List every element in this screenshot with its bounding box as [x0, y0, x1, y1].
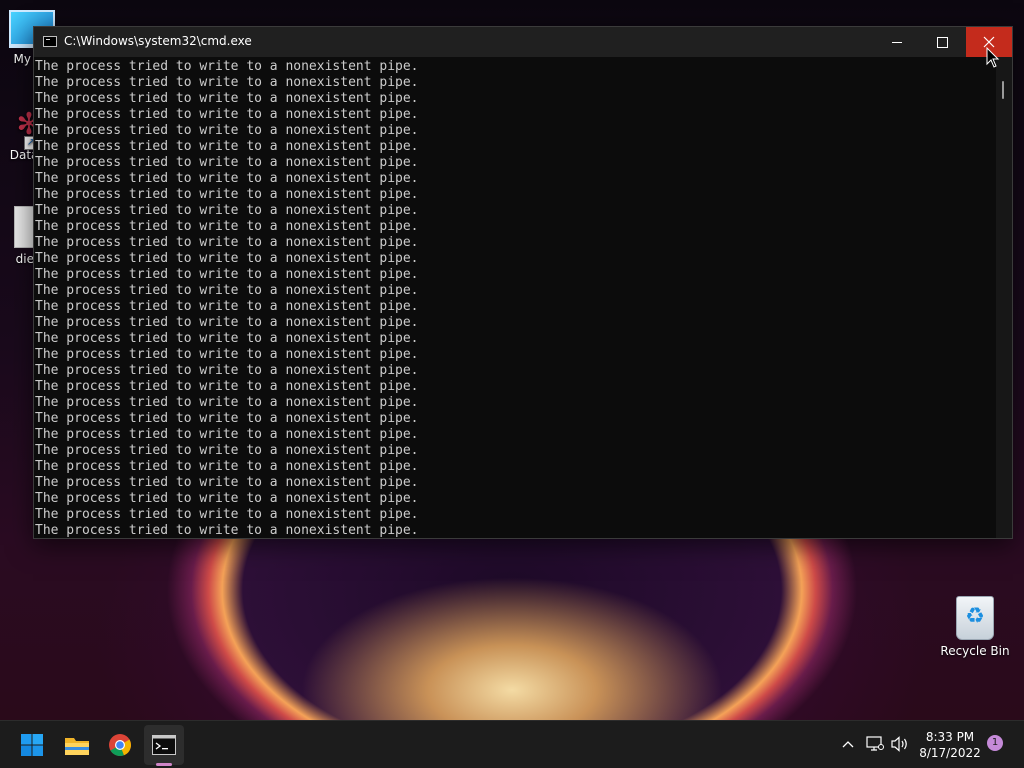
console-line: The process tried to write to a nonexist…	[35, 491, 419, 506]
desktop-icon-recycle-bin[interactable]: ♻ Recycle Bin	[940, 596, 1010, 658]
command-prompt-icon	[152, 735, 176, 755]
console-line: The process tried to write to a nonexist…	[35, 459, 419, 474]
console-line: The process tried to write to a nonexist…	[35, 331, 419, 346]
console-line: The process tried to write to a nonexist…	[35, 283, 419, 298]
scrollbar-thumb[interactable]	[1002, 81, 1004, 99]
console-line: The process tried to write to a nonexist…	[35, 347, 419, 362]
console-line: The process tried to write to a nonexist…	[35, 155, 419, 170]
recycle-symbol-icon: ♻	[965, 604, 985, 629]
minimize-icon	[892, 41, 902, 43]
console-line: The process tried to write to a nonexist…	[35, 251, 419, 266]
console-line: The process tried to write to a nonexist…	[35, 523, 419, 538]
console-line: The process tried to write to a nonexist…	[35, 475, 419, 490]
console-line: The process tried to write to a nonexist…	[35, 123, 419, 138]
start-button[interactable]	[12, 725, 52, 765]
active-app-indicator	[156, 763, 172, 766]
volume-button[interactable]	[890, 733, 910, 755]
chevron-up-icon	[842, 741, 854, 748]
system-clock[interactable]: 8:33 PM 8/17/2022	[912, 729, 988, 761]
console-line: The process tried to write to a nonexist…	[35, 235, 419, 250]
console-line: The process tried to write to a nonexist…	[35, 219, 419, 234]
network-button[interactable]	[865, 733, 885, 755]
cmd-app-icon	[43, 36, 57, 47]
console-lines: The process tried to write to a nonexist…	[35, 59, 419, 538]
desktop: My Co ✻ ↗ DataW die.c ♻ Recycle Bin C:\W…	[0, 0, 1024, 768]
console-line: The process tried to write to a nonexist…	[35, 59, 419, 74]
console-line: The process tried to write to a nonexist…	[35, 427, 419, 442]
windows-logo-icon	[21, 734, 43, 756]
maximize-button[interactable]	[919, 27, 965, 57]
taskbar-file-explorer[interactable]	[57, 725, 97, 765]
clock-date: 8/17/2022	[919, 746, 981, 760]
console-line: The process tried to write to a nonexist…	[35, 75, 419, 90]
console-line: The process tried to write to a nonexist…	[35, 171, 419, 186]
taskbar: 8:33 PM 8/17/2022	[0, 720, 1024, 768]
maximize-icon	[936, 36, 948, 48]
console-line: The process tried to write to a nonexist…	[35, 139, 419, 154]
window-titlebar[interactable]: C:\Windows\system32\cmd.exe	[34, 27, 1012, 57]
console-line: The process tried to write to a nonexist…	[35, 395, 419, 410]
vertical-scrollbar[interactable]	[996, 57, 1012, 538]
console-output[interactable]: The process tried to write to a nonexist…	[34, 57, 996, 538]
console-line: The process tried to write to a nonexist…	[35, 107, 419, 122]
mouse-cursor-icon	[986, 47, 1000, 68]
console-line: The process tried to write to a nonexist…	[35, 507, 419, 522]
console-line: The process tried to write to a nonexist…	[35, 187, 419, 202]
minimize-button[interactable]	[874, 27, 920, 57]
console-line: The process tried to write to a nonexist…	[35, 443, 419, 458]
chrome-icon	[109, 734, 132, 757]
console-line: The process tried to write to a nonexist…	[35, 299, 419, 314]
console-line: The process tried to write to a nonexist…	[35, 203, 419, 218]
network-icon	[866, 736, 884, 751]
console-line: The process tried to write to a nonexist…	[35, 379, 419, 394]
cmd-window[interactable]: C:\Windows\system32\cmd.exe The process …	[33, 26, 1013, 539]
taskbar-command-prompt[interactable]	[144, 725, 184, 765]
speaker-icon	[891, 736, 907, 752]
desktop-icon-label: Recycle Bin	[940, 644, 1010, 658]
window-title: C:\Windows\system32\cmd.exe	[64, 34, 252, 48]
console-line: The process tried to write to a nonexist…	[35, 91, 419, 106]
console-line: The process tried to write to a nonexist…	[35, 267, 419, 282]
clock-time: 8:33 PM	[925, 730, 975, 744]
console-line: The process tried to write to a nonexist…	[35, 363, 419, 378]
notification-badge[interactable]: 1	[987, 735, 1003, 751]
show-hidden-icons-button[interactable]	[838, 733, 858, 755]
console-line: The process tried to write to a nonexist…	[35, 411, 419, 426]
taskbar-chrome[interactable]	[100, 725, 140, 765]
folder-icon	[65, 738, 89, 755]
console-line: The process tried to write to a nonexist…	[35, 315, 419, 330]
recycle-bin-icon: ♻	[956, 596, 994, 640]
